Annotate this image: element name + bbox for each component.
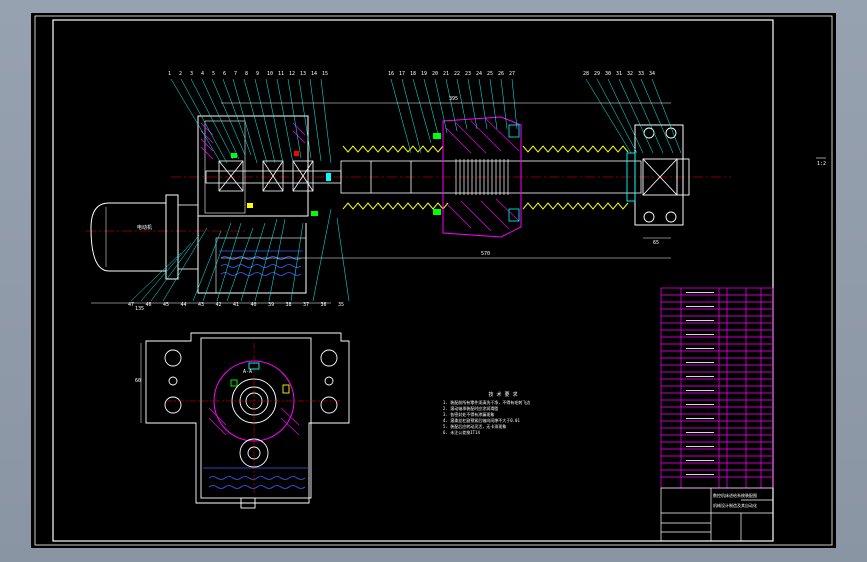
school-name: 机械设计制造及其自动化 (713, 503, 757, 508)
balloon-number: 34 (649, 71, 656, 77)
balloon-number: 13 (300, 71, 307, 77)
balloon-number: 12 (289, 71, 296, 77)
balloon-number: 27 (509, 71, 516, 77)
leader-lines (130, 78, 682, 302)
balloon-number: 7 (234, 71, 238, 77)
balloon-number: 2 (179, 71, 183, 77)
dimension-upper: 395 (449, 96, 459, 102)
balloon-number: 11 (278, 71, 285, 77)
oil-bath (219, 250, 303, 276)
balloon-number: 8 (245, 71, 249, 77)
notes-title: 技 术 要 求 (488, 392, 518, 398)
dimension-side-right: 65 (653, 240, 660, 246)
balloon-number: 45 (163, 302, 170, 308)
balloon-number: 21 (443, 71, 450, 77)
balloon-number: 38 (285, 302, 292, 308)
cad-viewer-window: 1 2 3 4 5 6 7 8 9 10 11 12 13 14 15 16 17 18 19 20 21 22 23 24… (0, 0, 867, 562)
balloon-number: 9 (256, 71, 260, 77)
balloon-number: 40 (250, 302, 257, 308)
balloon-number: 43 (198, 302, 205, 308)
drawing-outer-frame (34, 15, 833, 546)
balloon-number: 15 (322, 71, 329, 77)
dimension-lower: 570 (481, 251, 491, 257)
balloon-number: 18 (410, 71, 417, 77)
balloon-number: 41 (233, 302, 240, 308)
balloon-number: 39 (268, 302, 275, 308)
drawing-canvas[interactable]: 1 2 3 4 5 6 7 8 9 10 11 12 13 14 15 16 17 18 19 20 21 22 23 24… (31, 13, 836, 548)
dimension-side-left: 60 (135, 378, 142, 384)
balloon-number: 24 (476, 71, 483, 77)
balloon-number: 33 (638, 71, 645, 77)
bellows-left (342, 145, 449, 210)
balloon-number: 10 (267, 71, 274, 77)
end-support (626, 124, 690, 226)
assembly-drawing (34, 15, 833, 546)
balloon-number: 37 (303, 302, 310, 308)
parts-list (660, 287, 774, 489)
section-label: A-A (243, 369, 253, 375)
notes-lines: 1. 装配前所有零件须清洗干净，不得有毛刺飞边 2. 滚动轴承装配时应涂润滑脂 3.… (443, 400, 563, 436)
balloon-number: 16 (388, 71, 395, 77)
balloon-number: 19 (421, 71, 428, 77)
bellows-right (522, 145, 629, 210)
balloon-number: 31 (616, 71, 623, 77)
balloon-number: 1 (168, 71, 172, 77)
side-view (140, 332, 350, 509)
motor (90, 194, 199, 280)
balloon-number: 25 (487, 71, 494, 77)
balloon-number: 36 (320, 302, 327, 308)
balloon-number: 42 (215, 302, 222, 308)
balloon-number: 46 (145, 302, 152, 308)
balloon-number: 5 (212, 71, 216, 77)
balloon-number: 44 (180, 302, 187, 308)
balloon-number: 30 (605, 71, 612, 77)
motor-label: 电动机 (137, 225, 153, 231)
balloon-number: 35 (338, 302, 345, 308)
balloon-number: 20 (432, 71, 439, 77)
balloon-number: 26 (498, 71, 505, 77)
balloon-number: 23 (465, 71, 472, 77)
scale-mark: 1:2 (817, 161, 827, 167)
balloon-number: 29 (594, 71, 601, 77)
balloon-number: 4 (201, 71, 205, 77)
note-line: 6. 未注公差按IT14 (443, 430, 480, 435)
balloon-number: 47 (128, 302, 135, 308)
balloon-number: 6 (223, 71, 227, 77)
balloon-number: 17 (399, 71, 406, 77)
balloon-number: 3 (190, 71, 194, 77)
balloon-number: 22 (454, 71, 461, 77)
balloon-number: 14 (311, 71, 318, 77)
main-view (86, 78, 731, 304)
drawing-name: 数控机床进给系统装配图 (713, 493, 757, 498)
dimension-bottom-left: 135 (135, 306, 145, 312)
technical-notes: 技 术 要 求 1. 装配前所有零件须清洗干净，不得有毛刺飞边 2. 滚动轴承装配… (443, 391, 563, 436)
balloon-number: 32 (627, 71, 634, 77)
balloon-number: 28 (583, 71, 590, 77)
